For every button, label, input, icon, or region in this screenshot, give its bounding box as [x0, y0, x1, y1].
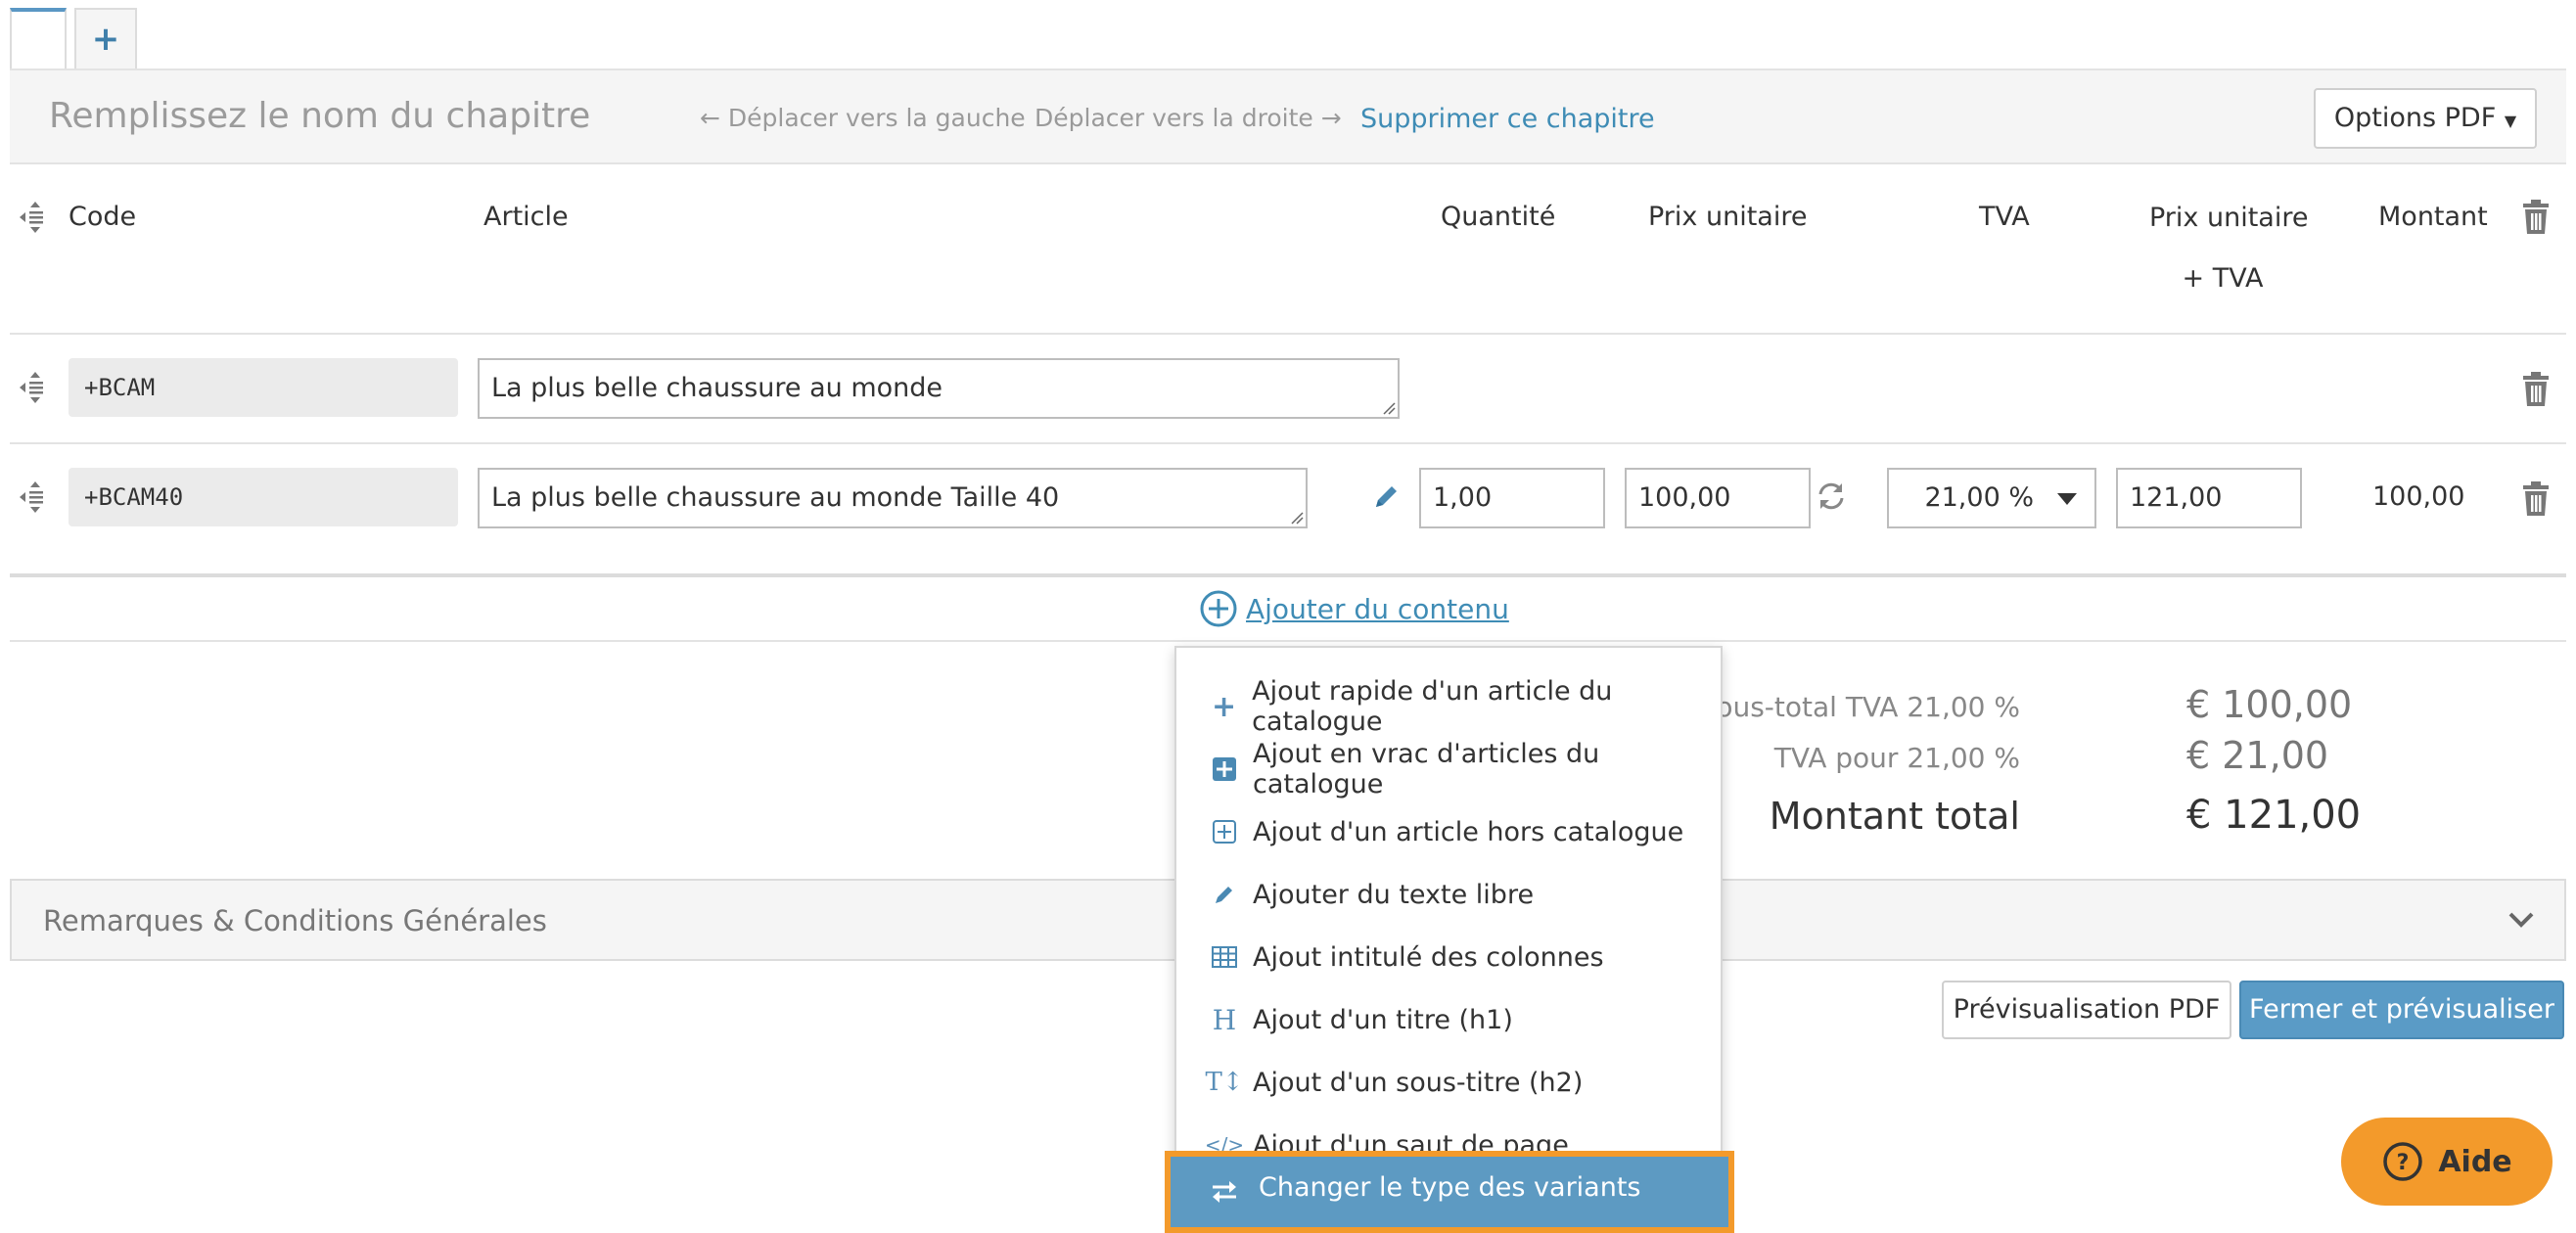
menu-item-label: Ajout d'un sous-titre (h2): [1253, 1067, 1584, 1098]
remarks-label: Remarques & Conditions Générales: [43, 904, 547, 937]
vat-total-value: € 21,00: [2186, 734, 2329, 777]
column-unit-price-vat: Prix unitaire + TVA: [2149, 202, 2309, 296]
menu-item-label: Ajout intitulé des colonnes: [1253, 941, 1604, 973]
add-content-menu: + Ajout rapide d'un article du catalogue…: [1174, 646, 1723, 1233]
article-text: La plus belle chaussure au monde Taille …: [491, 482, 1060, 513]
menu-item-off-catalogue[interactable]: Ajout d'un article hors catalogue: [1212, 810, 1683, 853]
resize-handle-icon[interactable]: [1290, 511, 1304, 525]
caret-down-icon: [2057, 493, 2077, 505]
plus-circle-icon: [1200, 590, 1237, 627]
chevron-down-icon[interactable]: [2507, 910, 2535, 930]
exchange-icon: [1213, 1181, 1236, 1203]
article-text: La plus belle chaussure au monde: [491, 373, 943, 403]
subtotal-value: € 100,00: [2186, 683, 2353, 726]
refresh-icon[interactable]: [1815, 480, 1848, 513]
menu-item-subtitle-h2[interactable]: T↕ Ajout d'un sous-titre (h2): [1205, 1061, 1584, 1104]
column-unit-price-vat-line2: + TVA: [2182, 263, 2264, 294]
menu-item-label: Changer le type des variants: [1259, 1172, 1641, 1203]
heading-icon: H: [1212, 1003, 1237, 1036]
menu-item-label: Ajout d'un article hors catalogue: [1253, 816, 1684, 847]
column-article: Article: [483, 202, 569, 232]
column-vat: TVA: [1979, 202, 2030, 232]
chapter-tab[interactable]: [10, 8, 67, 70]
total-value: € 121,00: [2186, 793, 2362, 838]
menu-item-quick-add[interactable]: + Ajout rapide d'un article du catalogue: [1212, 676, 1721, 737]
article-field[interactable]: La plus belle chaussure au monde: [478, 358, 1400, 419]
plus-icon: +: [1212, 689, 1237, 724]
chapter-title-input[interactable]: Remplissez le nom du chapitre: [49, 96, 590, 136]
trash-icon[interactable]: [2521, 200, 2551, 235]
menu-item-bulk-add[interactable]: Ajout en vrac d'articles du catalogue: [1212, 739, 1721, 799]
drag-handle-icon[interactable]: [18, 370, 53, 405]
question-circle-icon: ?: [2383, 1142, 2423, 1181]
help-label: Aide: [2438, 1144, 2512, 1179]
add-content-label: Ajouter du contenu: [1246, 592, 1509, 625]
code-field[interactable]: +BCAM: [69, 358, 458, 417]
delete-chapter-link[interactable]: Supprimer ce chapitre: [1360, 104, 1655, 134]
add-tab-button[interactable]: +: [74, 8, 137, 70]
pencil-icon: [1212, 882, 1237, 907]
trash-icon[interactable]: [2521, 481, 2551, 517]
trash-icon[interactable]: [2521, 372, 2551, 407]
unit-price-field[interactable]: 100,00: [1625, 468, 1811, 528]
text-height-icon: T↕: [1205, 1068, 1244, 1097]
move-right-label: Déplacer vers la droite: [1035, 104, 1313, 132]
article-field[interactable]: La plus belle chaussure au monde Taille …: [478, 468, 1308, 528]
move-left-label: Déplacer vers la gauche: [727, 104, 1026, 132]
menu-item-label: Ajout rapide d'un article du catalogue: [1252, 676, 1613, 737]
help-button[interactable]: ? Aide: [2341, 1118, 2553, 1206]
move-right-button[interactable]: Déplacer vers la droite →: [1035, 104, 1342, 132]
pdf-options-label: Options PDF: [2333, 103, 2497, 133]
menu-item-column-titles[interactable]: Ajout intitulé des colonnes: [1212, 936, 1604, 979]
table-icon: [1212, 944, 1237, 970]
vat-value: 21,00 %: [1924, 482, 2034, 513]
unit-price-vat-field[interactable]: 121,00: [2116, 468, 2302, 528]
column-code: Code: [69, 202, 137, 232]
menu-item-label: Ajout en vrac d'articles du catalogue: [1253, 739, 1600, 799]
menu-item-label: Ajouter du texte libre: [1253, 879, 1535, 910]
amount-value: 100,00: [2372, 481, 2465, 512]
add-content-link[interactable]: Ajouter du contenu: [1199, 589, 1509, 628]
drag-handle-icon[interactable]: [18, 480, 53, 515]
pdf-options-dropdown[interactable]: Options PDF ▼: [2314, 88, 2537, 149]
column-quantity: Quantité: [1441, 202, 1556, 232]
code-field[interactable]: +BCAM40: [69, 468, 458, 526]
column-amount: Montant: [2378, 202, 2488, 232]
plus-square-icon: [1212, 756, 1237, 782]
resize-handle-icon[interactable]: [1382, 401, 1396, 415]
chapter-header: Remplissez le nom du chapitre ← Déplacer…: [10, 68, 2566, 164]
vat-select[interactable]: 21,00 %: [1887, 468, 2096, 528]
menu-item-change-variant-type[interactable]: Changer le type des variants: [1165, 1151, 1734, 1233]
svg-text:?: ?: [2397, 1151, 2410, 1175]
quantity-field[interactable]: 1,00: [1419, 468, 1605, 528]
menu-item-label: Ajout d'un titre (h1): [1253, 1004, 1513, 1035]
menu-item-title-h1[interactable]: H Ajout d'un titre (h1): [1212, 998, 1513, 1041]
arrow-left-icon: ←: [700, 104, 728, 132]
preview-pdf-button[interactable]: Prévisualisation PDF: [1942, 981, 2231, 1039]
caret-down-icon: ▼: [2504, 112, 2517, 130]
close-preview-button[interactable]: Fermer et prévisualiser: [2239, 981, 2564, 1039]
move-left-button[interactable]: ← Déplacer vers la gauche: [700, 104, 1026, 132]
column-unit-price: Prix unitaire: [1648, 202, 1808, 232]
pencil-icon[interactable]: [1372, 481, 1402, 511]
plus-square-outline-icon: [1212, 819, 1237, 845]
menu-item-free-text[interactable]: Ajouter du texte libre: [1212, 873, 1534, 916]
drag-handle-icon[interactable]: [18, 200, 53, 235]
arrow-right-icon: →: [1312, 104, 1342, 132]
column-unit-price-vat-line1: Prix unitaire: [2149, 203, 2309, 233]
